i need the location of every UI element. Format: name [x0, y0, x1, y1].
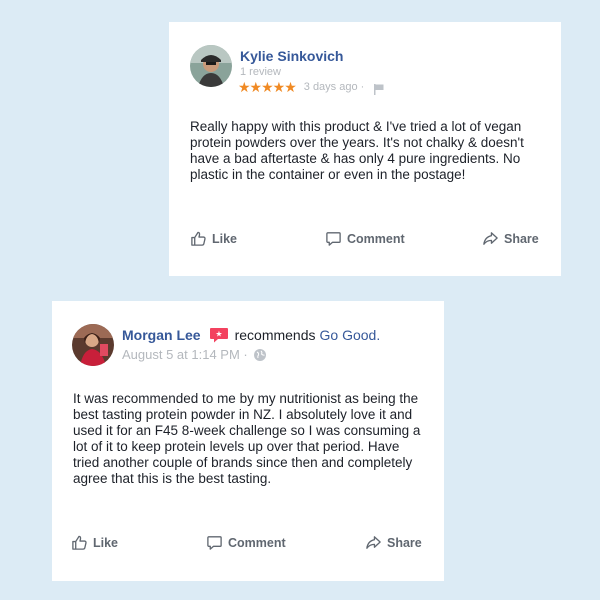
like-button[interactable]: Like [71, 534, 118, 551]
recommends-text: recommends [234, 327, 316, 343]
timestamp[interactable]: August 5 at 1:14 PM · [122, 347, 248, 362]
comment-label: Comment [228, 535, 286, 550]
avatar[interactable] [72, 324, 114, 366]
avatar-image [72, 324, 114, 366]
comment-button[interactable]: Comment [206, 534, 286, 551]
author-name[interactable]: Morgan Lee [122, 327, 201, 343]
share-label: Share [387, 535, 422, 550]
share-button[interactable]: Share [482, 230, 539, 247]
comment-button[interactable]: Comment [325, 230, 405, 247]
recommend-icon: ★ [209, 327, 229, 343]
review-text: Really happy with this product & I've tr… [190, 119, 524, 182]
avatar-image [190, 45, 232, 87]
flag-icon[interactable] [374, 82, 384, 95]
share-icon [366, 536, 381, 549]
review-card-morgan: Morgan Lee ★ recommends Go Good. August … [52, 301, 444, 581]
page-link[interactable]: Go Good. [320, 327, 381, 343]
action-bar: Like Comment Share [52, 534, 444, 554]
recommendation-header: Morgan Lee ★ recommends Go Good. [122, 327, 380, 343]
review-count[interactable]: 1 review [240, 66, 281, 78]
thumbs-up-icon [72, 535, 87, 550]
globe-icon [253, 348, 266, 361]
comment-icon [207, 536, 222, 550]
svg-text:★: ★ [215, 330, 222, 339]
thumbs-up-icon [191, 231, 206, 246]
share-button[interactable]: Share [365, 534, 422, 551]
like-label: Like [93, 535, 119, 550]
star-rating: ★★★★★ [238, 79, 297, 95]
avatar[interactable] [190, 45, 232, 87]
action-bar: Like Comment Share [169, 230, 561, 250]
timestamp[interactable]: 3 days ago · [304, 81, 365, 93]
comment-icon [326, 232, 341, 246]
author-name[interactable]: Kylie Sinkovich [240, 48, 343, 64]
review-card-kylie: Kylie Sinkovich 1 review ★★★★★ 3 days ag… [169, 22, 561, 276]
share-label: Share [504, 231, 539, 246]
rating-row: ★★★★★ 3 days ago · [238, 79, 384, 95]
date-line: August 5 at 1:14 PM · [122, 347, 266, 362]
like-label: Like [212, 231, 238, 246]
like-button[interactable]: Like [190, 230, 237, 247]
comment-label: Comment [347, 231, 405, 246]
share-icon [483, 232, 498, 245]
review-text: It was recommended to me by my nutrition… [73, 391, 421, 486]
